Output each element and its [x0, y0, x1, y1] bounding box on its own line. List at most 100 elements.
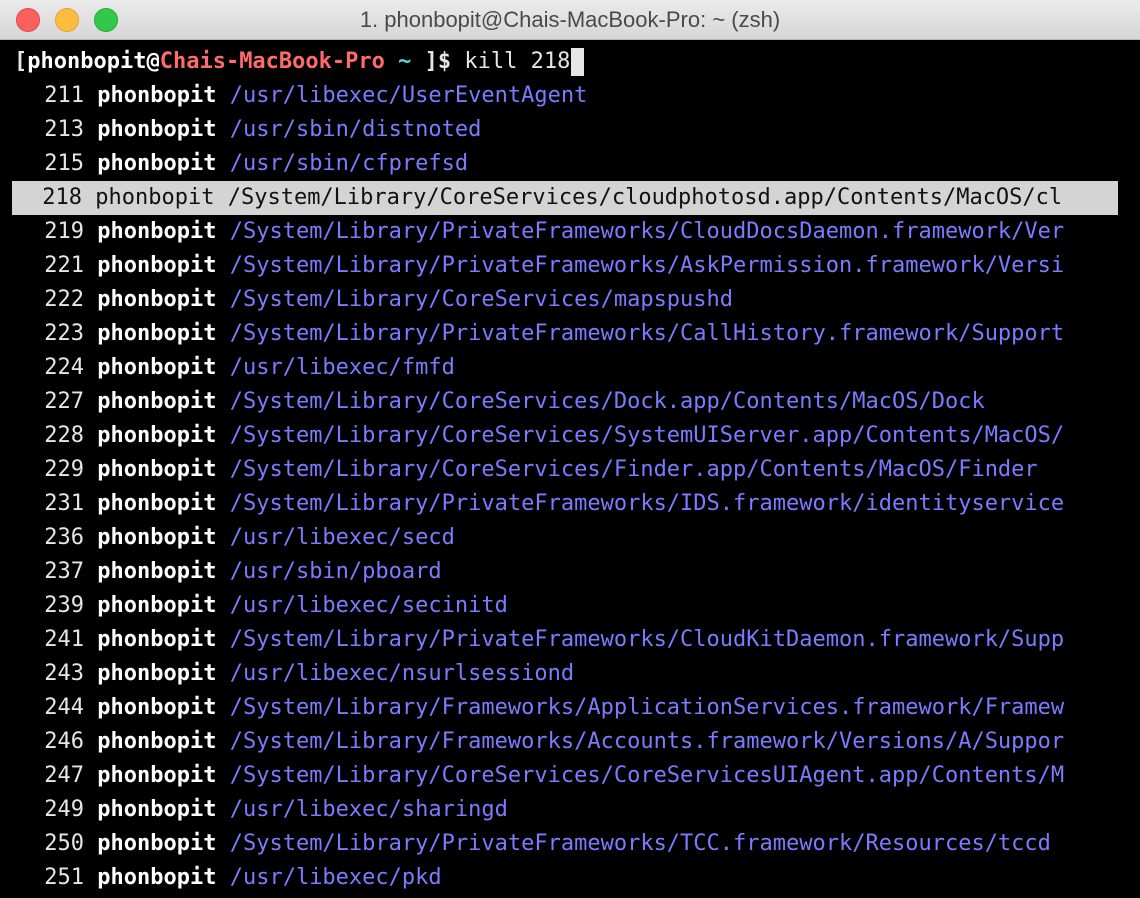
- process-path: /System/Library/PrivateFrameworks/CallHi…: [229, 321, 1065, 346]
- process-path: /System/Library/PrivateFrameworks/TCC.fr…: [229, 831, 1051, 856]
- process-row[interactable]: 236 phonbopit /usr/libexec/secd: [14, 521, 1118, 555]
- process-pid: 231: [44, 491, 84, 516]
- process-row[interactable]: 251 phonbopit /usr/libexec/pkd: [14, 861, 1118, 895]
- process-user: phonbopit: [97, 219, 217, 244]
- process-pid: 243: [44, 661, 84, 686]
- process-row[interactable]: 239 phonbopit /usr/libexec/secinitd: [14, 589, 1118, 623]
- process-path: /System/Library/PrivateFrameworks/CloudK…: [229, 627, 1065, 652]
- process-user: phonbopit: [97, 661, 217, 686]
- process-row[interactable]: 250 phonbopit /System/Library/PrivateFra…: [14, 827, 1118, 861]
- process-row[interactable]: 222 phonbopit /System/Library/CoreServic…: [14, 283, 1118, 317]
- process-row[interactable]: 223 phonbopit /System/Library/PrivateFra…: [14, 317, 1118, 351]
- process-pid: 250: [44, 831, 84, 856]
- process-row[interactable]: 213 phonbopit /usr/sbin/distnoted: [14, 113, 1118, 147]
- process-user: phonbopit: [97, 559, 217, 584]
- process-pid: 218: [42, 185, 82, 210]
- process-user: phonbopit: [97, 423, 217, 448]
- prompt-at: @: [146, 49, 160, 74]
- process-row[interactable]: 244 phonbopit /System/Library/Frameworks…: [14, 691, 1118, 725]
- process-path: /System/Library/CoreServices/Finder.app/…: [229, 457, 1038, 482]
- process-path: /System/Library/PrivateFrameworks/CloudD…: [229, 219, 1065, 244]
- process-pid: 241: [44, 627, 84, 652]
- process-user: phonbopit: [97, 457, 217, 482]
- process-user: phonbopit: [97, 355, 217, 380]
- process-pid: 224: [44, 355, 84, 380]
- process-path: /System/Library/Frameworks/ApplicationSe…: [229, 695, 1065, 720]
- process-pid: 222: [44, 287, 84, 312]
- process-user: phonbopit: [97, 831, 217, 856]
- process-pid: 219: [44, 219, 84, 244]
- process-pid: 239: [44, 593, 84, 618]
- process-row[interactable]: 219 phonbopit /System/Library/PrivateFra…: [14, 215, 1118, 249]
- process-pid: 221: [44, 253, 84, 278]
- process-pid: 247: [44, 763, 84, 788]
- process-user: phonbopit: [97, 593, 217, 618]
- process-path: /System/Library/PrivateFrameworks/IDS.fr…: [229, 491, 1065, 516]
- process-path: /System/Library/CoreServices/cloudphotos…: [227, 185, 1063, 210]
- process-row[interactable]: 224 phonbopit /usr/libexec/fmfd: [14, 351, 1118, 385]
- process-path: /usr/sbin/pboard: [229, 559, 442, 584]
- process-row[interactable]: 215 phonbopit /usr/sbin/cfprefsd: [14, 147, 1118, 181]
- title-bar[interactable]: 1. phonbopit@Chais-MacBook-Pro: ~ (zsh): [0, 0, 1140, 40]
- process-path: /System/Library/CoreServices/CoreService…: [229, 763, 1065, 788]
- process-pid: 249: [44, 797, 84, 822]
- prompt-open-bracket: [: [14, 49, 28, 74]
- process-row[interactable]: 231 phonbopit /System/Library/PrivateFra…: [14, 487, 1118, 521]
- prompt-close: ]$: [411, 49, 465, 74]
- process-path: /usr/sbin/cfprefsd: [229, 151, 469, 176]
- process-user: phonbopit: [97, 865, 217, 890]
- process-pid: 244: [44, 695, 84, 720]
- process-path: /System/Library/CoreServices/mapspushd: [229, 287, 734, 312]
- process-path: /usr/sbin/distnoted: [229, 117, 482, 142]
- prompt-line[interactable]: [phonbopit@Chais-MacBook-Pro ~ ]$ kill 2…: [14, 45, 585, 79]
- process-user: phonbopit: [97, 151, 217, 176]
- terminal-content[interactable]: [ phonbopit @Chais-MacBook-Pro ~ ]$ kill 2…: [0, 41, 1140, 898]
- process-user: phonbopit: [97, 797, 217, 822]
- process-user: phonbopit: [97, 729, 217, 754]
- process-path: /usr/libexec/nsurlsessiond: [229, 661, 575, 686]
- process-path: /System/Library/PrivateFrameworks/AskPer…: [229, 253, 1065, 278]
- process-user: phonbopit: [97, 695, 217, 720]
- window-title: 1. phonbopit@Chais-MacBook-Pro: ~ (zsh): [359, 7, 781, 32]
- terminal-window: 1. phonbopit@Chais-MacBook-Pro: ~ (zsh) …: [0, 0, 1140, 898]
- process-user: phonbopit: [95, 185, 215, 210]
- process-path: /usr/libexec/secd: [229, 525, 455, 550]
- process-path: /usr/libexec/UserEventAgent: [229, 83, 588, 108]
- process-row[interactable]: 241 phonbopit /System/Library/PrivateFra…: [14, 623, 1118, 657]
- process-path: /System/Library/CoreServices/SystemUISer…: [229, 423, 1065, 448]
- process-pid: 251: [44, 865, 84, 890]
- process-pid: 229: [44, 457, 84, 482]
- process-row[interactable]: 211 phonbopit /usr/libexec/UserEventAgen…: [14, 79, 1118, 113]
- prompt-cwd: ~: [398, 49, 412, 74]
- process-user: phonbopit: [97, 491, 217, 516]
- process-row[interactable]: 229 phonbopit /System/Library/CoreServic…: [14, 453, 1118, 487]
- process-row[interactable]: 221 phonbopit /System/Library/PrivateFra…: [14, 249, 1118, 283]
- process-pid: 237: [44, 559, 84, 584]
- process-pid: 246: [44, 729, 84, 754]
- process-pid: 228: [44, 423, 84, 448]
- process-path: /usr/libexec/secinitd: [229, 593, 508, 618]
- process-pid: 213: [44, 117, 84, 142]
- text-cursor: [571, 48, 585, 76]
- process-pid: 236: [44, 525, 84, 550]
- process-user: phonbopit: [97, 627, 217, 652]
- process-path: /usr/libexec/sharingd: [229, 797, 508, 822]
- process-row[interactable]: 246 phonbopit /System/Library/Frameworks…: [14, 725, 1118, 759]
- process-row[interactable]: 228 phonbopit /System/Library/CoreServic…: [14, 419, 1118, 453]
- process-user: phonbopit: [97, 525, 217, 550]
- process-user: phonbopit: [97, 287, 217, 312]
- process-user: phonbopit: [97, 117, 217, 142]
- process-path: /usr/libexec/fmfd: [229, 355, 455, 380]
- process-user: phonbopit: [97, 253, 217, 278]
- command-input[interactable]: kill 218: [464, 49, 570, 74]
- process-row[interactable]: 227 phonbopit /System/Library/CoreServic…: [14, 385, 1118, 419]
- process-path: /usr/libexec/pkd: [229, 865, 442, 890]
- process-row[interactable]: 243 phonbopit /usr/libexec/nsurlsessiond: [14, 657, 1118, 691]
- process-pid: 227: [44, 389, 84, 414]
- process-row-selected[interactable]: 218 phonbopit /System/Library/CoreServic…: [12, 181, 1118, 215]
- prompt-host: Chais-MacBook-Pro: [159, 49, 385, 74]
- process-row[interactable]: 247 phonbopit /System/Library/CoreServic…: [14, 759, 1118, 793]
- process-path: /System/Library/CoreServices/Dock.app/Co…: [229, 389, 985, 414]
- process-row[interactable]: 237 phonbopit /usr/sbin/pboard: [14, 555, 1118, 589]
- process-row[interactable]: 249 phonbopit /usr/libexec/sharingd: [14, 793, 1118, 827]
